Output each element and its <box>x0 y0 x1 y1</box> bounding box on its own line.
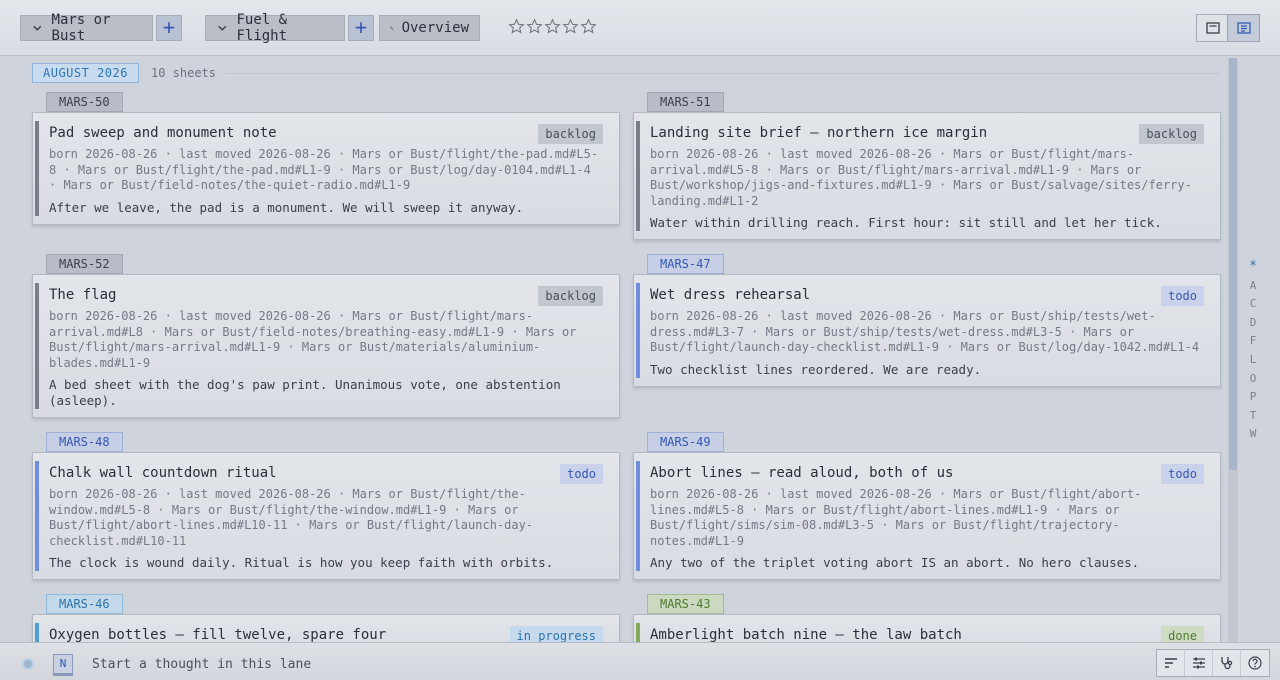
filters-button[interactable] <box>1185 650 1213 676</box>
card-view-button[interactable] <box>1197 15 1228 41</box>
sheet-count: 10 sheets <box>150 66 217 80</box>
card-description: Water within drilling reach. First hour:… <box>650 215 1162 231</box>
card-view-icon <box>1205 22 1220 34</box>
overview-label: Overview <box>401 20 469 36</box>
note-type-badge[interactable]: N <box>53 654 73 674</box>
card-title: Abort lines — read aloud, both of us <box>650 465 954 481</box>
status-badge[interactable]: todo <box>560 464 603 484</box>
card-meta: born 2026-08-26 · last moved 2026-08-26 … <box>650 147 1192 208</box>
add-project-button[interactable]: + <box>156 15 182 41</box>
card[interactable]: Oxygen bottles — fill twelve, spare four… <box>32 614 620 642</box>
card-id-tag: MARS-49 <box>647 432 724 452</box>
card-title: Pad sweep and monument note <box>49 125 277 141</box>
alpha-index-item[interactable]: D <box>1250 314 1257 333</box>
overview-button[interactable]: Overview <box>379 15 480 41</box>
card-id-tag: MARS-46 <box>46 594 123 614</box>
view-toggle <box>1196 14 1260 42</box>
sort-button[interactable] <box>1157 650 1185 676</box>
stethoscope-icon <box>1220 657 1232 670</box>
card-title: Chalk wall countdown ritual <box>49 465 277 481</box>
status-dot-icon <box>22 658 34 670</box>
card[interactable]: Amberlight batch nine — the law batch do… <box>633 614 1221 642</box>
project-label: Mars or Bust <box>51 12 111 44</box>
health-check-button[interactable] <box>1213 650 1241 676</box>
overview-icon <box>390 26 394 30</box>
alpha-index-item[interactable]: P <box>1250 388 1257 407</box>
chevron-down-icon <box>33 25 42 31</box>
card-meta: born 2026-08-26 · last moved 2026-08-26 … <box>650 309 1200 355</box>
star-icon[interactable] <box>580 18 597 35</box>
sort-icon <box>1164 658 1177 668</box>
help-icon <box>1248 656 1262 670</box>
card[interactable]: Pad sweep and monument note backlog born… <box>32 112 620 225</box>
bottom-tools <box>1156 649 1270 677</box>
card-meta: born 2026-08-26 · last moved 2026-08-26 … <box>49 487 534 548</box>
alpha-index-item[interactable]: C <box>1250 295 1257 314</box>
card-description: The clock is wound daily. Ritual is how … <box>49 555 554 571</box>
card-id-tag: MARS-43 <box>647 594 724 614</box>
status-badge[interactable]: backlog <box>538 286 603 306</box>
alpha-index: * A C D F L O P T W <box>1244 258 1262 444</box>
card-board: AUGUST 2026 10 sheets MARS-50 Pad sweep … <box>0 56 1228 642</box>
card[interactable]: Chalk wall countdown ritual todo born 20… <box>32 452 620 581</box>
star-icon[interactable] <box>508 18 525 35</box>
status-badge[interactable]: backlog <box>1139 124 1204 144</box>
card[interactable]: Wet dress rehearsal todo born 2026-08-26… <box>633 274 1221 387</box>
card-meta: born 2026-08-26 · last moved 2026-08-26 … <box>650 487 1142 548</box>
status-badge[interactable]: backlog <box>538 124 603 144</box>
add-lane-button[interactable]: + <box>348 15 374 41</box>
star-icon[interactable] <box>526 18 543 35</box>
list-view-button[interactable] <box>1227 14 1260 42</box>
card-id-tag: MARS-52 <box>46 254 123 274</box>
star-icon[interactable] <box>544 18 561 35</box>
card[interactable]: The flag backlog born 2026-08-26 · last … <box>32 274 620 419</box>
lane-selector[interactable]: Fuel & Flight <box>205 12 345 44</box>
alpha-index-item[interactable]: O <box>1250 370 1257 389</box>
status-badge[interactable]: in progress <box>509 626 603 642</box>
card-id-tag: MARS-51 <box>647 92 724 112</box>
card-title: Wet dress rehearsal <box>650 287 811 303</box>
chevron-down-icon <box>218 25 227 31</box>
card-description: A bed sheet with the dog's paw print. Un… <box>49 377 561 409</box>
list-view-icon <box>1236 22 1251 34</box>
card-meta: born 2026-08-26 · last moved 2026-08-26 … <box>49 147 599 193</box>
alpha-index-item[interactable]: A <box>1250 277 1257 296</box>
thought-input[interactable] <box>92 652 892 676</box>
alpha-index-item[interactable]: T <box>1250 407 1257 426</box>
card-title: Landing site brief — northern ice margin <box>650 125 988 141</box>
sliders-icon <box>1192 657 1205 669</box>
card-id-tag: MARS-50 <box>46 92 123 112</box>
card-description: Any two of the triplet voting abort IS a… <box>650 555 1140 571</box>
month-badge: AUGUST 2026 <box>32 63 139 83</box>
card-meta: born 2026-08-26 · last moved 2026-08-26 … <box>49 309 577 370</box>
alpha-index-item[interactable]: W <box>1250 425 1257 444</box>
scrollbar-thumb[interactable] <box>1229 58 1237 470</box>
status-badge[interactable]: todo <box>1161 464 1204 484</box>
status-badge[interactable]: todo <box>1161 286 1204 306</box>
lane-label: Fuel & Flight <box>236 12 288 44</box>
alpha-index-item[interactable]: F <box>1250 332 1257 351</box>
top-toolbar: Mars or Bust + Fuel & Flight + Overview <box>0 0 1280 56</box>
card[interactable]: Abort lines — read aloud, both of us tod… <box>633 452 1221 581</box>
card-title: The flag <box>49 287 117 303</box>
alpha-index-item[interactable]: L <box>1250 351 1257 370</box>
plus-icon: + <box>354 15 368 39</box>
card-id-tag: MARS-48 <box>46 432 123 452</box>
help-button[interactable] <box>1241 650 1269 676</box>
project-selector[interactable]: Mars or Bust <box>20 12 153 44</box>
status-badge[interactable]: done <box>1161 626 1204 642</box>
month-header: AUGUST 2026 10 sheets <box>32 62 1220 84</box>
alpha-index-item[interactable]: * <box>1249 258 1257 277</box>
rating-stars <box>508 18 597 35</box>
star-icon[interactable] <box>562 18 579 35</box>
card-description: Two checklist lines reordered. We are re… <box>650 361 982 377</box>
plus-icon: + <box>162 15 176 39</box>
card-title: Amberlight batch nine — the law batch <box>650 627 962 642</box>
card-description: After we leave, the pad is a monument. W… <box>49 199 524 215</box>
card[interactable]: Landing site brief — northern ice margin… <box>633 112 1221 241</box>
month-divider <box>226 72 1220 74</box>
bottom-bar: N <box>0 642 1280 680</box>
card-id-tag: MARS-47 <box>647 254 724 274</box>
